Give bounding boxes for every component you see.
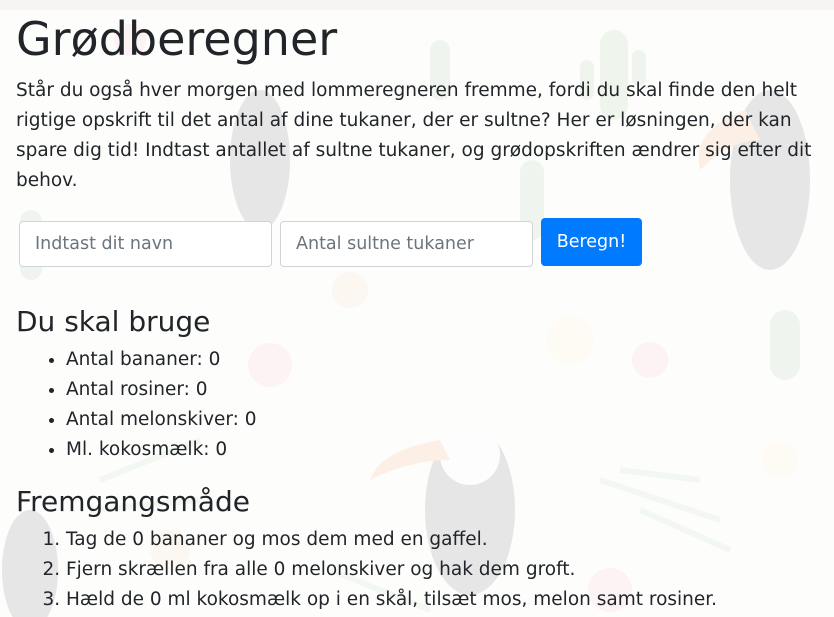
list-item: Antal bananer: 0 [66,345,818,375]
page-title: Grødberegner [16,12,338,66]
method-heading: Fremgangsmåde [16,485,250,518]
ingredients-list: Antal bananer: 0 Antal rosiner: 0 Antal … [16,345,818,465]
calculate-button[interactable]: Beregn! [541,218,642,266]
ingredients-heading: Du skal bruge [16,305,211,338]
list-item: Antal rosiner: 0 [66,375,818,405]
list-item: Hæld de 0 ml kokosmælk op i en skål, til… [66,585,818,615]
list-item: Ml. kokosmælk: 0 [66,435,818,465]
list-item: Fjern skrællen fra alle 0 melonskiver og… [66,555,818,585]
method-steps: Tag de 0 bananer og mos dem med en gaffe… [16,525,818,615]
calculator-form: Beregn! [19,218,818,267]
list-item: Antal melonskiver: 0 [66,405,818,435]
list-item: Tag de 0 bananer og mos dem med en gaffe… [66,525,818,555]
main-content: Grødberegner Står du også hver morgen me… [0,10,834,615]
name-input[interactable] [19,221,272,267]
toucan-count-input[interactable] [280,221,533,267]
intro-text: Står du også hver morgen med lommeregner… [16,80,812,191]
